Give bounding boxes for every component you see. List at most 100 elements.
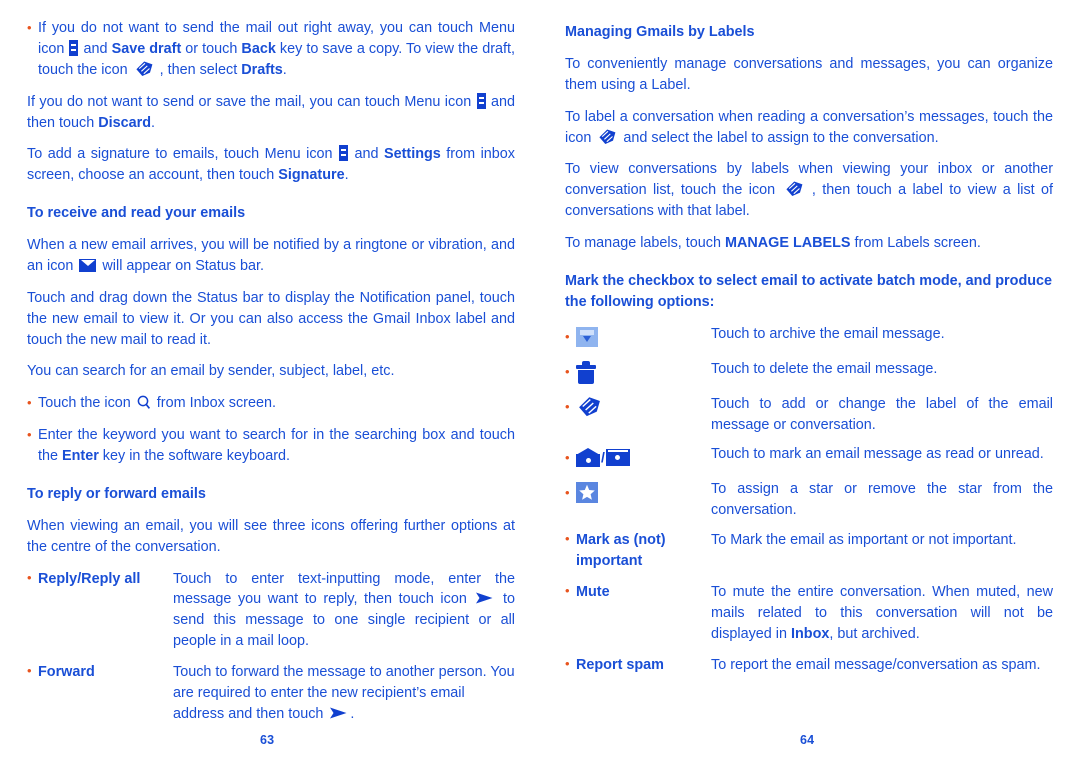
option-term: • Report spam: [565, 655, 711, 676]
option-row-star: • To assign a star or remove the star fr…: [565, 479, 1053, 521]
text-run: , but archived.: [829, 625, 920, 642]
definition-description: Touch to enter text-inputting mode, ente…: [173, 569, 515, 653]
paragraph-label-conversation: To label a conversation when reading a c…: [565, 107, 1053, 149]
definition-term-label: Reply/Reply all: [38, 570, 141, 587]
archive-icon: [576, 326, 598, 347]
bullet-dot-icon: •: [565, 364, 570, 380]
emphasis-enter-key: Enter: [62, 448, 99, 464]
text-run: To add a signature to emails, touch Menu…: [27, 146, 339, 163]
manual-page-spread: • If you do not want to send the mail ou…: [0, 0, 1080, 767]
page-number-right: 64: [800, 733, 815, 747]
text-run: and: [349, 146, 385, 163]
star-icon: [576, 481, 598, 503]
option-row-report-spam: • Report spam To report the email messag…: [565, 655, 1053, 676]
option-row-mute: • Mute To mute the entire conversation. …: [565, 582, 1053, 645]
emphasis-inbox: Inbox: [791, 625, 830, 642]
definition-row-forward: • Forward Touch to forward the message t…: [27, 662, 515, 725]
bullet-dot-icon: •: [27, 569, 32, 585]
page-number-left: 63: [260, 733, 275, 747]
option-term: •: [565, 394, 711, 420]
mail-read-unread-icon: /: [576, 447, 630, 467]
emphasis-discard: Discard: [98, 114, 152, 131]
paragraph-new-email-notification: When a new email arrives, you will be no…: [27, 235, 515, 277]
left-page-column: • If you do not want to send the mail ou…: [27, 18, 515, 722]
text-run: To manage labels, touch: [565, 235, 725, 251]
text-run: Touch to enter text-inputting mode, ente…: [173, 570, 515, 608]
emphasis-manage-labels: MANAGE LABELS: [725, 235, 851, 251]
label-tag-icon: [784, 180, 804, 198]
text-run: Touch the icon: [38, 395, 135, 412]
label-tag-icon: [597, 128, 617, 146]
bullet-dot-icon: •: [27, 395, 32, 411]
option-description: Touch to archive the email message.: [711, 325, 945, 342]
bullet-dot-icon: •: [27, 20, 32, 35]
section-heading-managing-labels: Managing Gmails by Labels: [565, 24, 755, 40]
text-run: .: [350, 705, 355, 722]
text-run: will appear on Status bar.: [98, 257, 264, 274]
text-run: or touch: [181, 40, 242, 57]
option-term-label: Mute: [576, 583, 610, 600]
option-description: Touch to delete the email message.: [711, 360, 938, 377]
definition-row-reply: • Reply/Reply all Touch to enter text-in…: [27, 569, 515, 653]
mail-closed-icon: [605, 448, 630, 466]
label-tag-icon: [576, 395, 602, 419]
option-description: To report the email message/conversation…: [711, 656, 1041, 673]
option-description: To Mark the email as important or not im…: [711, 532, 1017, 549]
emphasis-save-draft: Save draft: [111, 40, 182, 57]
option-term: •: [565, 324, 711, 350]
option-description: To assign a star or remove the star from…: [711, 481, 1053, 519]
option-term: • /: [565, 444, 711, 470]
bullet-dot-icon: •: [565, 582, 570, 598]
label-tag-icon: [134, 60, 154, 78]
text-run: key in the software keyboard.: [98, 448, 290, 464]
text-run: .: [282, 61, 287, 78]
text-run: .: [344, 167, 349, 184]
send-icon: [475, 591, 494, 605]
paragraph-notification-panel: Touch and drag down the Status bar to di…: [27, 289, 515, 348]
option-term-label: Report spam: [576, 656, 664, 673]
paragraph-signature: To add a signature to emails, touch Menu…: [27, 144, 515, 186]
mail-icon: [79, 258, 97, 272]
option-description: To mute the entire conversation. When mu…: [711, 582, 1053, 645]
definition-term-label: Forward: [38, 664, 95, 680]
paragraph-manage-labels: To manage labels, touch MANAGE LABELS fr…: [565, 233, 1053, 254]
emphasis-signature: Signature: [278, 167, 345, 184]
text-run: from Labels screen.: [850, 235, 981, 251]
trash-icon: [576, 360, 596, 384]
option-term: •: [565, 359, 711, 385]
emphasis-settings: Settings: [384, 146, 441, 163]
bullet-dot-icon: •: [565, 329, 570, 345]
option-term-label: Mark as (not) important: [576, 532, 666, 569]
emphasis-drafts: Drafts: [241, 61, 283, 78]
list-item: • Touch the icon from Inbox screen.: [27, 393, 515, 414]
list-item-text: Enter the keyword you want to search for…: [38, 425, 515, 467]
section-heading-reply-forward: To reply or forward emails: [27, 485, 206, 502]
option-row-delete: • Touch to delete the email message.: [565, 359, 1053, 385]
list-item-text: If you do not want to send the mail out …: [38, 18, 515, 81]
option-term: • Mute: [565, 582, 711, 645]
bullet-dot-icon: •: [565, 531, 570, 547]
menu-icon: [476, 92, 486, 109]
bullet-dot-icon: •: [565, 655, 570, 671]
search-icon: [137, 395, 151, 410]
list-item: • Enter the keyword you want to search f…: [27, 425, 515, 467]
text-run: .: [151, 114, 156, 131]
paragraph-search-intro: You can search for an email by sender, s…: [27, 363, 395, 380]
list-item: • If you do not want to send the mail ou…: [27, 18, 515, 81]
section-heading-batch-mode: Mark the checkbox to select email to act…: [565, 272, 1053, 310]
paragraph-view-by-labels: To view conversations by labels when vie…: [565, 159, 1053, 222]
definition-description: Touch to forward the message to another …: [173, 662, 515, 725]
option-term: •: [565, 479, 711, 505]
menu-icon: [69, 39, 79, 56]
menu-icon: [339, 145, 349, 162]
option-term: • Mark as (not) important: [565, 530, 711, 572]
definition-term: • Forward: [27, 662, 173, 725]
bullet-dot-icon: •: [565, 399, 570, 415]
option-row-label: • Touch to add or change the label of th…: [565, 394, 1053, 436]
option-description: Touch to mark an email message as read o…: [711, 446, 1044, 463]
mail-open-icon: [576, 447, 600, 467]
text-run: and select the label to assign to the co…: [619, 129, 939, 146]
paragraph-organize-label: To conveniently manage conversations and…: [565, 55, 1053, 93]
text-run: If you do not want to send or save the m…: [27, 93, 476, 110]
paragraph-three-icons: When viewing an email, you will see thre…: [27, 517, 515, 555]
